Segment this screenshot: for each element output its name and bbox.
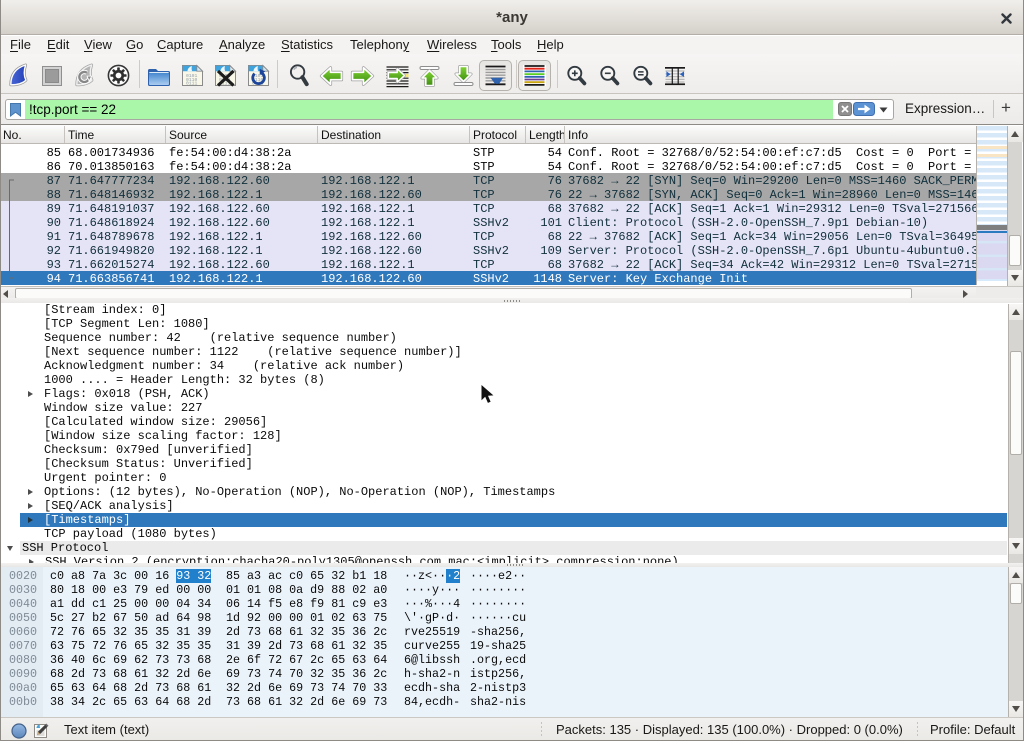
svg-text:0111: 0111 [186, 81, 197, 87]
